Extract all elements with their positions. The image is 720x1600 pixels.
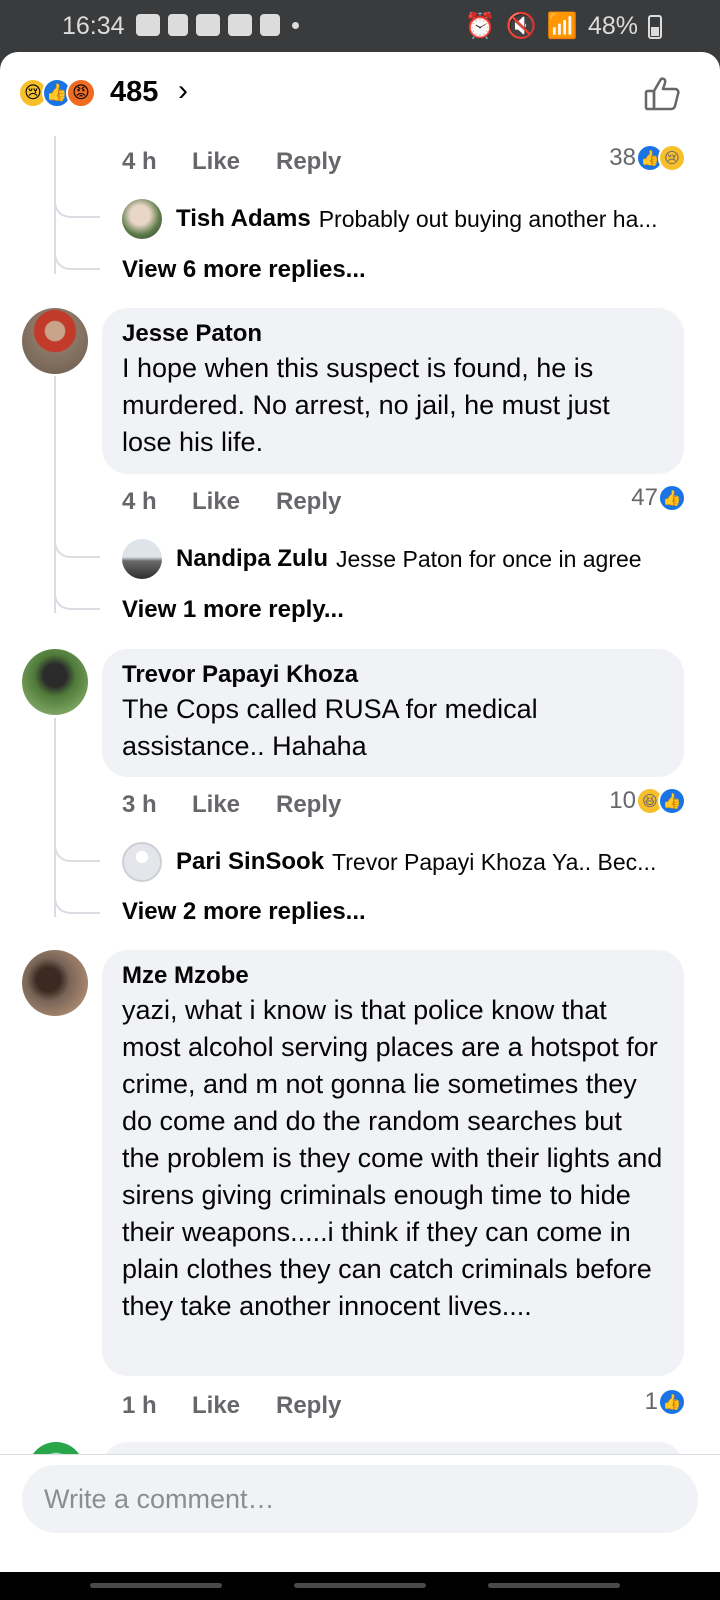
- comment-actions: 1 h Like Reply: [122, 1392, 341, 1420]
- like-reaction-icon: 👍: [658, 1388, 686, 1416]
- view-more-replies[interactable]: View 2 more replies...: [122, 898, 366, 926]
- thread-branch: [54, 246, 100, 270]
- battery-percent: 48%: [587, 12, 638, 40]
- thread-branch: [54, 890, 100, 914]
- reply-preview[interactable]: Tish Adams Probably out buying another h…: [122, 199, 658, 239]
- thread-branch: [54, 586, 100, 610]
- avatar[interactable]: [22, 950, 88, 1016]
- comment-bubble[interactable]: Mze Mzobe yazi, what i know is that poli…: [102, 950, 684, 1376]
- sad-reaction-icon: 😢: [658, 144, 686, 172]
- message-icon: [136, 14, 160, 36]
- home-button[interactable]: [294, 1583, 426, 1588]
- mute-icon: 🔇: [505, 12, 537, 40]
- thread-line: [54, 718, 56, 917]
- comment-author[interactable]: Jesse Paton: [122, 320, 664, 348]
- comment-reactions[interactable]: 10 😆 👍: [609, 787, 686, 815]
- reply-button[interactable]: Reply: [276, 488, 341, 516]
- status-time: 16:34: [62, 12, 125, 40]
- comment-text: yazi, what i know is that police know th…: [122, 995, 663, 1321]
- reply-text: Probably out buying another ha...: [318, 205, 658, 232]
- avatar: [122, 539, 162, 579]
- comment-input-pill[interactable]: [22, 1465, 698, 1533]
- wifi-icon: 📶: [546, 12, 578, 40]
- reply-button[interactable]: Reply: [276, 791, 341, 819]
- status-bar: 16:34 ⏰ 🔇 📶 48%: [0, 0, 720, 52]
- thread-branch: [54, 194, 100, 218]
- comment-actions: 4 h Like Reply: [122, 148, 341, 176]
- comment-reactions[interactable]: 47 👍: [631, 484, 686, 512]
- youtube-icon: [196, 14, 220, 36]
- alarm-icon: ⏰: [464, 12, 496, 40]
- comment-reactions[interactable]: 38 👍 😢: [609, 144, 686, 172]
- comment-reactions[interactable]: 1 👍: [645, 1388, 686, 1416]
- reaction-count: 38: [609, 144, 636, 171]
- reply-author[interactable]: Nandipa Zulu: [176, 545, 328, 573]
- download-icon: [260, 14, 280, 36]
- like-reaction-icon: 👍: [658, 787, 686, 815]
- view-more-replies[interactable]: View 6 more replies...: [122, 256, 366, 284]
- reply-preview[interactable]: Pari SinSook Trevor Papayi Khoza Ya.. Be…: [122, 842, 656, 882]
- comment-time: 1 h: [122, 1392, 157, 1419]
- default-avatar-icon: [122, 842, 162, 882]
- comment-input[interactable]: [44, 1465, 664, 1533]
- reply-preview[interactable]: Nandipa Zulu Jesse Paton for once in agr…: [122, 539, 642, 579]
- reaction-count: 1: [644, 1388, 658, 1415]
- like-button[interactable]: Like: [192, 148, 276, 176]
- back-button[interactable]: [488, 1583, 620, 1588]
- reply-button[interactable]: Reply: [276, 1392, 341, 1420]
- reply-button[interactable]: Reply: [276, 148, 341, 176]
- reactions-header[interactable]: 😢 👍 😡 485 ›: [0, 52, 720, 136]
- avatar: [122, 199, 162, 239]
- battery-icon: [648, 14, 662, 39]
- comment-time: 3 h: [122, 791, 157, 818]
- chevron-right-icon[interactable]: ›: [178, 74, 188, 108]
- like-button[interactable]: Like: [192, 488, 276, 516]
- like-button[interactable]: Like: [192, 1392, 276, 1420]
- reaction-count: 47: [631, 484, 658, 511]
- avatar[interactable]: [22, 649, 88, 715]
- like-post-button[interactable]: [642, 74, 682, 114]
- avatar[interactable]: [22, 308, 88, 374]
- like-button[interactable]: Like: [192, 791, 276, 819]
- view-more-replies[interactable]: View 1 more reply...: [122, 596, 344, 624]
- comment-author[interactable]: Trevor Papayi Khoza: [122, 661, 664, 689]
- reaction-count: 10: [609, 787, 636, 814]
- system-icons: ⏰ 🔇 📶 48%: [465, 12, 662, 41]
- comment-time: 4 h: [122, 148, 157, 175]
- thread-branch: [54, 534, 100, 558]
- reaction-stack: 😢 👍 😡: [18, 78, 96, 108]
- comment-bubble[interactable]: Trevor Papayi Khoza The Cops called RUSA…: [102, 649, 684, 777]
- reply-text: Jesse Paton for once in agree: [336, 545, 642, 572]
- reply-author[interactable]: Pari SinSook: [176, 848, 324, 876]
- more-notifications-dot: [292, 21, 299, 29]
- app-notification-icon: [168, 14, 188, 36]
- reply-text: Trevor Papayi Khoza Ya.. Bec...: [332, 848, 657, 875]
- comment-text: I hope when this suspect is found, he is…: [122, 353, 610, 457]
- comment-actions: 4 h Like Reply: [122, 488, 341, 516]
- angry-reaction-icon: 😡: [66, 78, 96, 108]
- system-nav-bar: [0, 1572, 720, 1600]
- reaction-count: 485: [110, 76, 159, 108]
- reply-author[interactable]: Tish Adams: [176, 205, 311, 233]
- comment-actions: 3 h Like Reply: [122, 791, 341, 819]
- comment-time: 4 h: [122, 488, 157, 515]
- comment-bubble[interactable]: Jesse Paton I hope when this suspect is …: [102, 308, 684, 474]
- youtube-icon: [228, 14, 252, 36]
- comment-text: The Cops called RUSA for medical assista…: [122, 694, 538, 761]
- notification-icons: [136, 14, 299, 36]
- comments-sheet: 😢 👍 😡 485 › 4 h Like Reply 38 👍 😢 Tish A…: [0, 52, 720, 1572]
- comment-composer: [0, 1454, 720, 1572]
- like-reaction-icon: 👍: [658, 484, 686, 512]
- thread-line: [54, 376, 56, 613]
- recent-apps-button[interactable]: [90, 1583, 222, 1588]
- thread-branch: [54, 838, 100, 862]
- comment-author[interactable]: Mze Mzobe: [122, 962, 664, 990]
